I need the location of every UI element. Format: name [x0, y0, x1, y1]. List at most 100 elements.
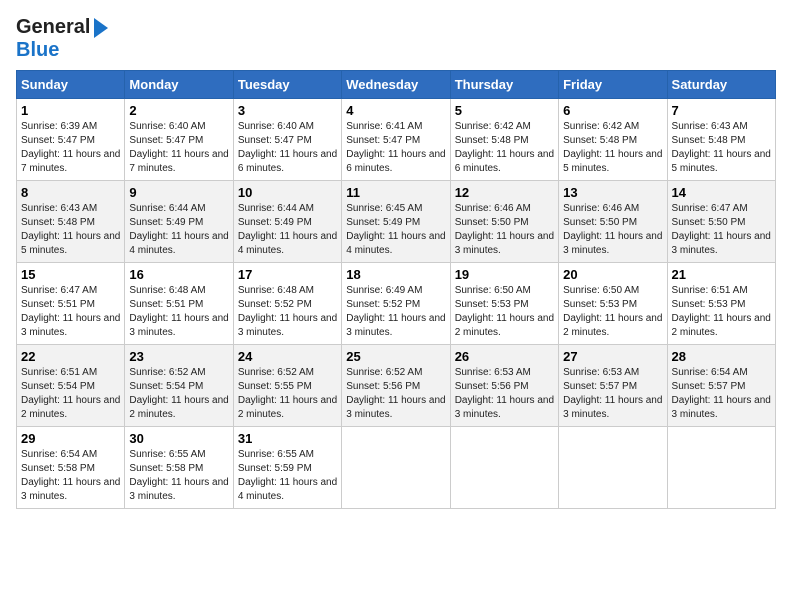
day-header-sunday: Sunday [17, 71, 125, 99]
calendar-week-2: 8 Sunrise: 6:43 AMSunset: 5:48 PMDaylight… [17, 181, 776, 263]
calendar-cell: 29 Sunrise: 6:54 AMSunset: 5:58 PMDayligh… [17, 427, 125, 509]
day-number: 19 [455, 267, 554, 282]
day-number: 12 [455, 185, 554, 200]
calendar-cell [450, 427, 558, 509]
calendar-cell: 4Sunrise: 6:41 AMSunset: 5:47 PMDaylight… [342, 99, 450, 181]
page-header: General Blue [16, 16, 776, 62]
day-info: Sunrise: 6:50 AMSunset: 5:53 PMDaylight:… [563, 284, 662, 340]
day-info: Sunrise: 6:39 AMSunset: 5:47 PMDaylight:… [21, 120, 120, 176]
calendar-cell: 21 Sunrise: 6:51 AMSunset: 5:53 PMDayligh… [667, 263, 775, 345]
logo: General Blue [16, 16, 108, 62]
calendar-cell: 23 Sunrise: 6:52 AMSunset: 5:54 PMDayligh… [125, 345, 233, 427]
day-info: Sunrise: 6:48 AMSunset: 5:51 PMDaylight:… [129, 284, 228, 340]
day-info: Sunrise: 6:46 AMSunset: 5:50 PMDaylight:… [455, 202, 554, 258]
day-info: Sunrise: 6:54 AMSunset: 5:58 PMDaylight:… [21, 448, 120, 504]
calendar-cell: 10Sunrise: 6:44 AMSunset: 5:49 PMDayligh… [233, 181, 341, 263]
day-number: 18 [346, 267, 445, 282]
day-info: Sunrise: 6:42 AMSunset: 5:48 PMDaylight:… [455, 120, 554, 176]
calendar-cell: 11Sunrise: 6:45 AMSunset: 5:49 PMDayligh… [342, 181, 450, 263]
calendar-cell: 16 Sunrise: 6:48 AMSunset: 5:51 PMDayligh… [125, 263, 233, 345]
day-info: Sunrise: 6:48 AMSunset: 5:52 PMDaylight:… [238, 284, 337, 340]
day-info: Sunrise: 6:44 AMSunset: 5:49 PMDaylight:… [129, 202, 228, 258]
calendar-week-3: 15 Sunrise: 6:47 AMSunset: 5:51 PMDayligh… [17, 263, 776, 345]
day-number: 21 [672, 267, 771, 282]
day-info: Sunrise: 6:51 AMSunset: 5:54 PMDaylight:… [21, 366, 120, 422]
day-number: 6 [563, 103, 662, 118]
calendar-cell: 19 Sunrise: 6:50 AMSunset: 5:53 PMDayligh… [450, 263, 558, 345]
day-header-monday: Monday [125, 71, 233, 99]
calendar-cell: 7 Sunrise: 6:43 AMSunset: 5:48 PMDaylight… [667, 99, 775, 181]
day-info: Sunrise: 6:51 AMSunset: 5:53 PMDaylight:… [672, 284, 771, 340]
calendar-cell: 22 Sunrise: 6:51 AMSunset: 5:54 PMDayligh… [17, 345, 125, 427]
day-header-wednesday: Wednesday [342, 71, 450, 99]
day-number: 5 [455, 103, 554, 118]
day-info: Sunrise: 6:49 AMSunset: 5:52 PMDaylight:… [346, 284, 445, 340]
day-number: 20 [563, 267, 662, 282]
calendar-cell: 26Sunrise: 6:53 AMSunset: 5:56 PMDayligh… [450, 345, 558, 427]
day-number: 3 [238, 103, 337, 118]
day-info: Sunrise: 6:54 AMSunset: 5:57 PMDaylight:… [672, 366, 771, 422]
calendar-week-1: 1 Sunrise: 6:39 AMSunset: 5:47 PMDaylight… [17, 99, 776, 181]
calendar-cell: 3 Sunrise: 6:40 AMSunset: 5:47 PMDaylight… [233, 99, 341, 181]
calendar-cell: 6 Sunrise: 6:42 AMSunset: 5:48 PMDaylight… [559, 99, 667, 181]
logo-blue: Blue [16, 39, 59, 61]
calendar-cell: 13 Sunrise: 6:46 AMSunset: 5:50 PMDayligh… [559, 181, 667, 263]
day-number: 15 [21, 267, 120, 282]
day-info: Sunrise: 6:50 AMSunset: 5:53 PMDaylight:… [455, 284, 554, 340]
day-info: Sunrise: 6:47 AMSunset: 5:50 PMDaylight:… [672, 202, 771, 258]
day-number: 1 [21, 103, 120, 118]
calendar-cell: 15 Sunrise: 6:47 AMSunset: 5:51 PMDayligh… [17, 263, 125, 345]
calendar-cell: 30 Sunrise: 6:55 AMSunset: 5:58 PMDayligh… [125, 427, 233, 509]
logo-blue-line: Blue [16, 39, 59, 62]
calendar-cell: 12 Sunrise: 6:46 AMSunset: 5:50 PMDayligh… [450, 181, 558, 263]
calendar-body: 1 Sunrise: 6:39 AMSunset: 5:47 PMDaylight… [17, 99, 776, 509]
day-info: Sunrise: 6:53 AMSunset: 5:56 PMDaylight:… [455, 366, 554, 422]
day-number: 13 [563, 185, 662, 200]
day-number: 8 [21, 185, 120, 200]
calendar-cell: 27 Sunrise: 6:53 AMSunset: 5:57 PMDayligh… [559, 345, 667, 427]
day-info: Sunrise: 6:40 AMSunset: 5:47 PMDaylight:… [238, 120, 337, 176]
day-info: Sunrise: 6:42 AMSunset: 5:48 PMDaylight:… [563, 120, 662, 176]
day-number: 29 [21, 431, 120, 446]
day-number: 10 [238, 185, 337, 200]
day-number: 30 [129, 431, 228, 446]
day-number: 28 [672, 349, 771, 364]
day-number: 7 [672, 103, 771, 118]
calendar-header-row: SundayMondayTuesdayWednesdayThursdayFrid… [17, 71, 776, 99]
calendar-cell: 2Sunrise: 6:40 AMSunset: 5:47 PMDaylight… [125, 99, 233, 181]
day-number: 27 [563, 349, 662, 364]
day-info: Sunrise: 6:43 AMSunset: 5:48 PMDaylight:… [21, 202, 120, 258]
day-number: 23 [129, 349, 228, 364]
day-header-thursday: Thursday [450, 71, 558, 99]
calendar-cell: 17 Sunrise: 6:48 AMSunset: 5:52 PMDayligh… [233, 263, 341, 345]
calendar-cell: 5 Sunrise: 6:42 AMSunset: 5:48 PMDaylight… [450, 99, 558, 181]
day-info: Sunrise: 6:55 AMSunset: 5:58 PMDaylight:… [129, 448, 228, 504]
day-info: Sunrise: 6:43 AMSunset: 5:48 PMDaylight:… [672, 120, 771, 176]
day-info: Sunrise: 6:45 AMSunset: 5:49 PMDaylight:… [346, 202, 445, 258]
day-number: 24 [238, 349, 337, 364]
day-number: 14 [672, 185, 771, 200]
day-info: Sunrise: 6:52 AMSunset: 5:54 PMDaylight:… [129, 366, 228, 422]
day-info: Sunrise: 6:47 AMSunset: 5:51 PMDaylight:… [21, 284, 120, 340]
calendar-cell [667, 427, 775, 509]
calendar-cell: 31Sunrise: 6:55 AMSunset: 5:59 PMDayligh… [233, 427, 341, 509]
day-info: Sunrise: 6:40 AMSunset: 5:47 PMDaylight:… [129, 120, 228, 176]
calendar-cell: 18 Sunrise: 6:49 AMSunset: 5:52 PMDayligh… [342, 263, 450, 345]
calendar-table: SundayMondayTuesdayWednesdayThursdayFrid… [16, 70, 776, 509]
day-info: Sunrise: 6:53 AMSunset: 5:57 PMDaylight:… [563, 366, 662, 422]
day-number: 17 [238, 267, 337, 282]
day-number: 4 [346, 103, 445, 118]
calendar-cell [342, 427, 450, 509]
calendar-cell [559, 427, 667, 509]
day-info: Sunrise: 6:46 AMSunset: 5:50 PMDaylight:… [563, 202, 662, 258]
logo-general: General [16, 16, 90, 39]
day-info: Sunrise: 6:52 AMSunset: 5:55 PMDaylight:… [238, 366, 337, 422]
calendar-cell: 14 Sunrise: 6:47 AMSunset: 5:50 PMDayligh… [667, 181, 775, 263]
day-info: Sunrise: 6:52 AMSunset: 5:56 PMDaylight:… [346, 366, 445, 422]
calendar-cell: 25Sunrise: 6:52 AMSunset: 5:56 PMDayligh… [342, 345, 450, 427]
day-number: 16 [129, 267, 228, 282]
calendar-cell: 20 Sunrise: 6:50 AMSunset: 5:53 PMDayligh… [559, 263, 667, 345]
day-number: 22 [21, 349, 120, 364]
calendar-cell: 24 Sunrise: 6:52 AMSunset: 5:55 PMDayligh… [233, 345, 341, 427]
day-header-saturday: Saturday [667, 71, 775, 99]
